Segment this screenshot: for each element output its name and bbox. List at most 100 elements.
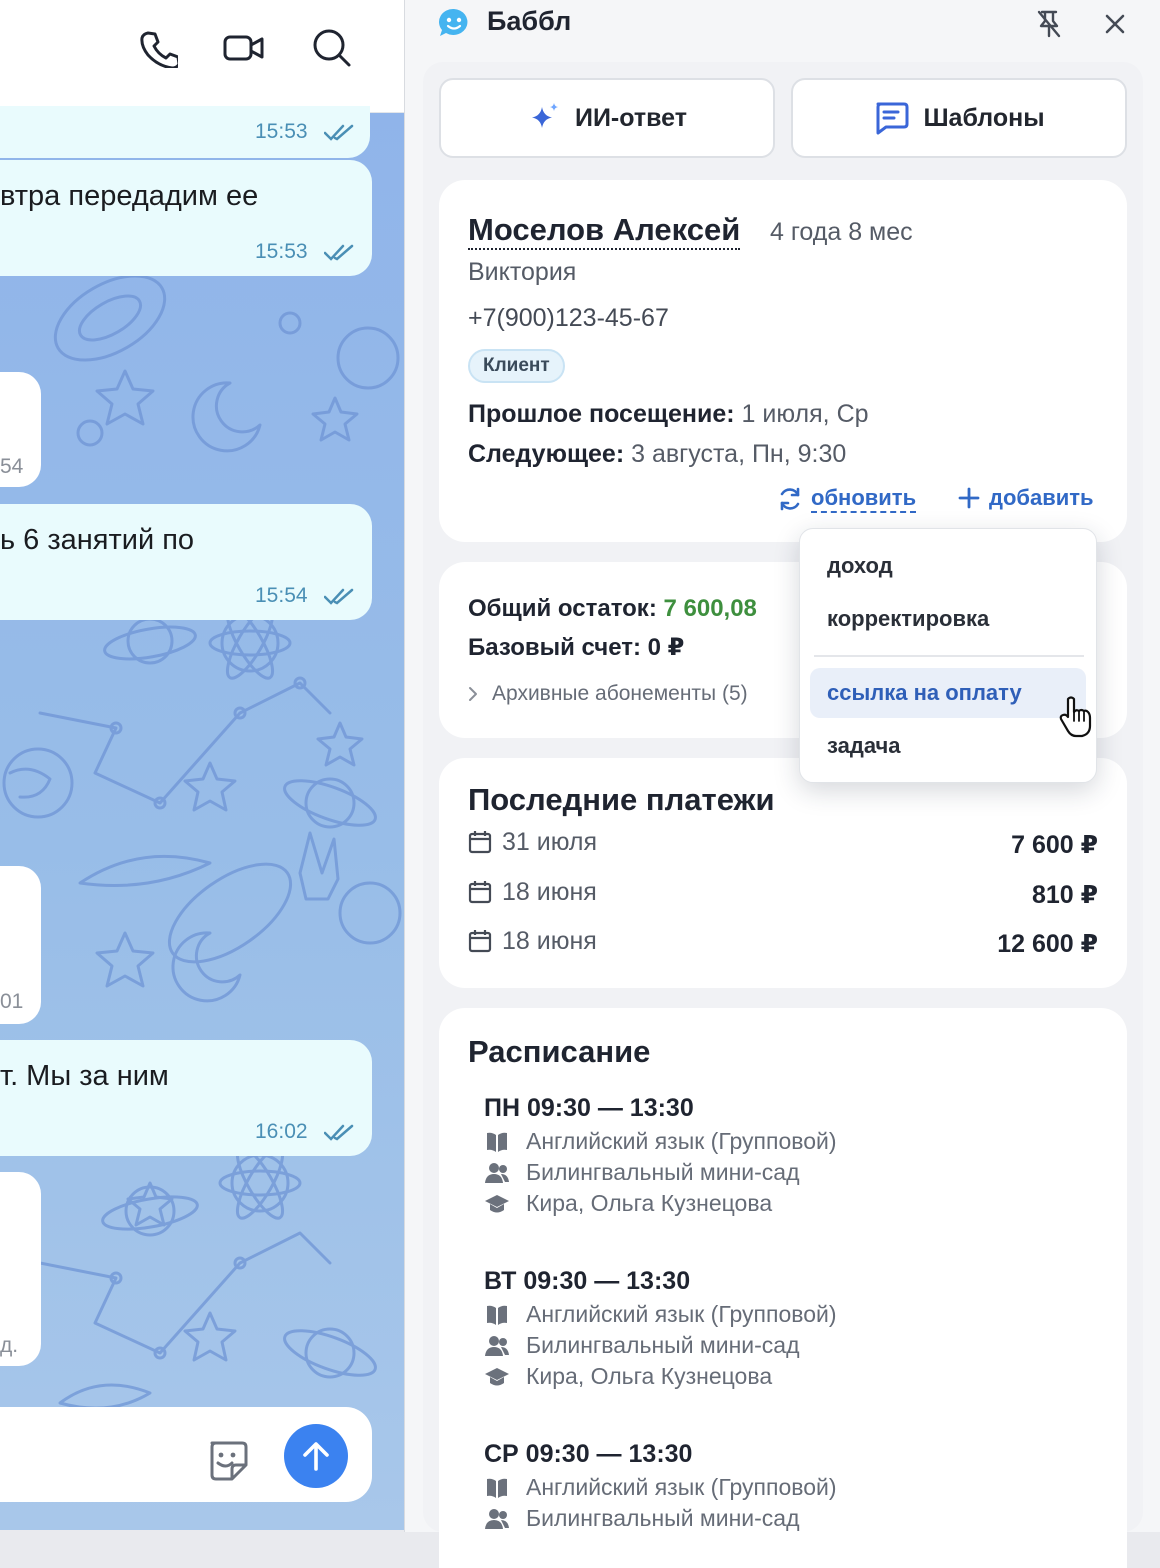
schedule-time: СР 09:30 — 13:30 [484,1440,693,1468]
message-time: 54 [0,455,24,478]
payment-date: 18 июня [502,927,597,955]
schedule-teacher-label: Кира, Ольга Кузнецова [526,1363,773,1389]
video-call-icon[interactable] [222,26,266,70]
incoming-message[interactable]: 54 [0,372,41,487]
close-icon[interactable] [1097,6,1133,42]
sparkle-icon [531,103,558,128]
schedule-subject: Английский язык (Групповой) [484,1474,837,1501]
add-dropdown-menu: доход корректировка ссылка на оплату зад… [799,528,1097,783]
incoming-message[interactable]: д. [0,1172,41,1366]
client-name[interactable]: Моселов Алексей [468,212,741,250]
users-icon [485,1162,509,1183]
message-fragment: д. [0,1334,19,1357]
hand-pointer-cursor-icon [1059,696,1092,738]
calendar-icon [468,831,492,854]
client-card: Моселов Алексей 4 года 8 мес Виктория +7… [439,180,1127,542]
read-ticks-icon [324,588,354,605]
schedule-card: Расписание ПН 09:30 — 13:30 Английский я… [439,1008,1127,1568]
schedule-subject: Английский язык (Групповой) [484,1301,837,1328]
arrow-up-icon [303,1442,329,1471]
payment-amount: 12 600 ₽ [997,930,1098,958]
calendar-icon [468,881,492,904]
base-account: Базовый счет: 0 ₽ [468,634,685,661]
refresh-label: обновить [811,485,917,513]
total-balance-label: Общий остаток: [468,595,657,622]
total-balance-value: 7 600,08 [663,595,757,622]
menu-divider [814,655,1084,657]
panel-content: ИИ-ответ Шаблоны Моселов Алексей 4 года … [423,62,1143,1568]
payment-amount: 7 600 ₽ [1011,831,1098,859]
payment-date: 31 июля [502,828,598,856]
search-icon[interactable] [310,26,354,70]
schedule-teacher: Кира, Ольга Кузнецова [484,1190,772,1217]
refresh-icon [780,487,800,511]
menu-item-income[interactable]: доход [810,541,1086,591]
ai-reply-label: ИИ-ответ [574,103,687,132]
message-time: 15:54 [255,584,308,607]
last-visit-label: Прошлое посещение: [468,400,735,428]
schedule-group: Билингвальный мини-сад [484,1505,800,1532]
plus-icon [958,487,980,509]
book-icon [487,1478,507,1498]
menu-item-payment-link[interactable]: ссылка на оплату [810,668,1086,718]
book-icon [487,1132,507,1152]
message-text: втра передадим ее [0,180,259,212]
last-visit: Прошлое посещение: 1 июля, Ср [468,400,869,429]
chat-background-pattern [0,113,404,1530]
incoming-message[interactable]: 01 [0,866,41,1024]
schedule-time: ПН 09:30 — 13:30 [484,1094,694,1122]
send-button[interactable] [284,1424,348,1488]
outgoing-message[interactable]: т. Мы за ним 16:02 [0,1040,372,1156]
unpin-icon[interactable] [1031,6,1067,42]
client-status-badge: Клиент [468,349,565,383]
payment-row: 18 июня 810 ₽ [468,878,1098,909]
archived-subscriptions-toggle[interactable]: Архивные абонементы (5) [468,682,748,706]
chat-header [0,0,404,113]
calendar-icon [468,930,492,953]
menu-item-task[interactable]: задача [810,721,1086,771]
message-time: 01 [0,990,24,1013]
schedule-subject: Английский язык (Групповой) [484,1128,837,1155]
chevron-right-icon [469,687,477,701]
total-balance: Общий остаток: 7 600,08 [468,595,757,623]
payment-amount: 810 ₽ [1031,881,1098,909]
ai-reply-button[interactable]: ИИ-ответ [439,78,775,158]
payments-title: Последние платежи [468,782,775,817]
schedule-subject-label: Английский язык (Групповой) [526,1128,837,1154]
outgoing-message[interactable]: 15:53 [0,106,370,158]
message-composer[interactable] [0,1407,372,1502]
refresh-button[interactable]: обновить [777,485,917,513]
outgoing-message[interactable]: втра передадим ее 15:53 [0,160,372,276]
message-time: 15:53 [255,120,308,143]
client-phone[interactable]: +7(900)123-45-67 [468,304,669,333]
schedule-subject-label: Английский язык (Групповой) [526,1474,837,1500]
payment-date: 18 июня [502,878,597,906]
chat-pane: 15:53 втра передадим ее 15:53 54 ь 6 зан… [0,0,404,1530]
menu-item-correction[interactable]: корректировка [810,594,1086,644]
users-icon [485,1508,509,1529]
outgoing-message[interactable]: ь 6 занятий по 15:54 [0,504,372,620]
schedule-teacher: Кира, Ольга Кузнецова [484,1363,772,1390]
read-ticks-icon [324,244,354,261]
schedule-title: Расписание [468,1034,651,1069]
message-time: 16:02 [255,1120,308,1143]
book-icon [487,1305,507,1325]
next-visit-label: Следующее: [468,440,625,468]
read-ticks-icon [324,124,354,141]
client-age: 4 года 8 мес [770,218,913,246]
add-button[interactable]: добавить [957,485,1094,511]
schedule-teacher-label: Кира, Ольга Кузнецова [526,1190,773,1216]
phone-icon[interactable] [136,26,180,70]
payment-row: 31 июля 7 600 ₽ [468,828,1098,859]
sticker-icon[interactable] [204,1437,250,1483]
last-visit-value: 1 июля, Ср [741,400,869,428]
message-time: 15:53 [255,240,308,263]
payments-card: Последние платежи 31 июля 7 600 ₽ 18 июн… [439,758,1127,988]
babbl-logo-icon [437,6,471,40]
message-square-icon [876,102,909,135]
message-text: т. Мы за ним [0,1060,169,1092]
templates-button[interactable]: Шаблоны [791,78,1127,158]
read-ticks-icon [324,1124,354,1141]
graduation-cap-icon [485,1194,509,1212]
graduation-cap-icon [485,1367,509,1385]
